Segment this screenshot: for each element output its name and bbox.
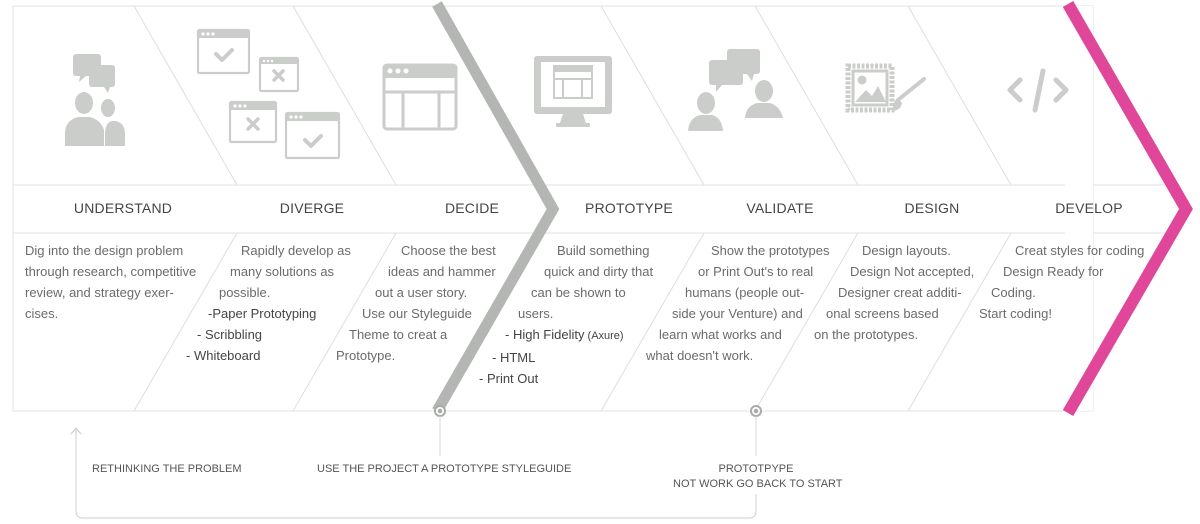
phase-label-understand: UNDERSTAND — [73, 200, 173, 216]
description-line-text: Creat styles for coding — [1015, 243, 1145, 258]
note-prototype-fail: PROTOTPYPE NOT WORK GO BACK TO START — [673, 462, 843, 492]
note-use-styleguide: USE THE PROJECT A PROTOTYPE STYLEGUIDE — [317, 463, 572, 475]
description-line-text: Coding. — [991, 285, 1036, 300]
description-line: Creat styles for coding — [1015, 240, 1144, 261]
description-line-text: what doesn't work. — [646, 348, 754, 363]
phase-label-prototype: PROTOTYPE — [585, 200, 673, 216]
validate-node-dot — [753, 408, 759, 414]
phase-label-decide: DECIDE — [444, 200, 500, 216]
description-line-text: - Print Out — [479, 371, 539, 386]
phase-label-develop: DEVELOP — [1055, 200, 1123, 216]
phase-label-validate: VALIDATE — [746, 200, 814, 216]
description-line: Coding. — [991, 282, 1144, 303]
description-line-text: Design Ready for — [1003, 264, 1104, 279]
note-prototype-fail-line-2: NOT WORK GO BACK TO START — [673, 478, 843, 490]
description-line: Design Ready for — [1003, 261, 1144, 282]
description-line-text: Start coding! — [979, 306, 1052, 321]
description-line: Start coding! — [979, 303, 1144, 324]
phase-label-design: DESIGN — [904, 200, 960, 216]
phase-label-diverge: DIVERGE — [279, 200, 345, 216]
note-rethinking-problem: RETHINKING THE PROBLEM — [92, 463, 242, 475]
phase-description-develop: Creat styles for coding Design Ready for C… — [0, 240, 1144, 324]
note-prototype-fail-line-1: PROTOTPYPE — [718, 463, 794, 475]
description-line: what doesn't work. — [646, 345, 830, 366]
styleguide-node-dot — [437, 408, 443, 414]
description-line: - Print Out — [479, 368, 653, 389]
description-line: on the prototypes. — [814, 324, 974, 345]
description-line-text: on the prototypes. — [814, 327, 919, 342]
